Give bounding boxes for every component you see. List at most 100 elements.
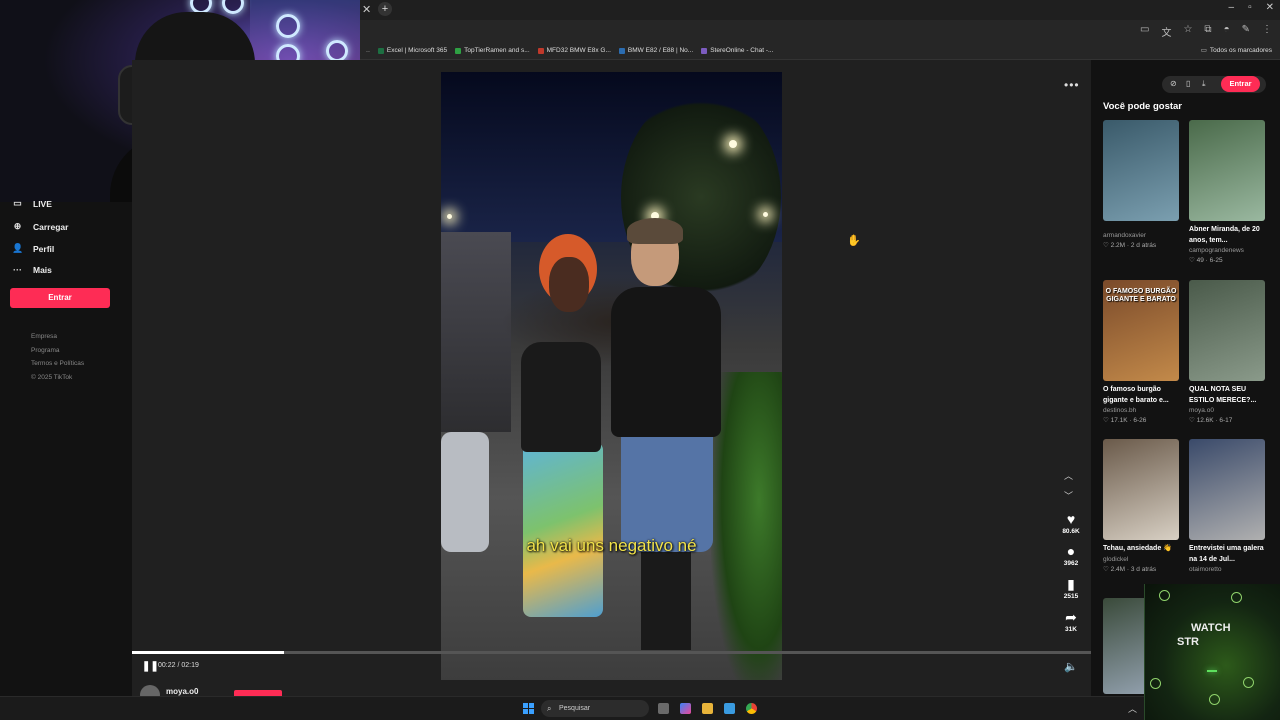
login-button-top[interactable]: Entrar [1221, 76, 1260, 92]
recommended-video-card[interactable]: QUAL NOTA SEU ESTILO MERECE?... moya.o0 … [1189, 280, 1265, 426]
like-button[interactable]: ♥ 80.6K [1058, 511, 1084, 535]
upload-icon: ⊕ [13, 221, 22, 231]
task-view-icon[interactable] [658, 703, 669, 714]
rgb-fan-icon [326, 40, 348, 62]
person-right-legs [641, 550, 691, 650]
person-right-hair [627, 218, 683, 244]
translate-icon[interactable]: 文 [1161, 24, 1171, 39]
pen-icon[interactable]: ✎ [1242, 24, 1250, 39]
video-thumbnail[interactable]: O FAMOSO BURGÃO GIGANTE E BARATO [1103, 280, 1179, 381]
save-button[interactable]: ▮ 2515 [1058, 576, 1084, 600]
nav-item-live[interactable]: ▭ LIVE [12, 198, 52, 209]
cast-icon[interactable]: ▭ [1140, 24, 1149, 39]
bookmark-item[interactable]: Excel | Microsoft 365 [377, 47, 447, 54]
more-options-icon[interactable]: ••• [1064, 78, 1080, 92]
live-icon: ▭ [13, 198, 22, 208]
chrome-icon[interactable] [746, 703, 757, 714]
browser-toolbar: ▭ 文 ☆ ⧉ ◓ ✎ ⋮ [360, 20, 1280, 42]
menu-kebab-icon[interactable]: ⋮ [1262, 24, 1272, 39]
bookmark-favicon-icon [701, 47, 708, 54]
profile-icon[interactable]: ◓ [1224, 24, 1230, 39]
copilot-icon[interactable] [680, 703, 691, 714]
video-author[interactable]: moya.o0 [140, 685, 198, 705]
card-title: O famoso burgão gigante e barato e... [1103, 386, 1169, 404]
heart-icon: ♥ [1066, 511, 1076, 527]
card-author[interactable]: campograndenews [1189, 246, 1265, 256]
nav-item-profile[interactable]: 👤 Perfil [12, 243, 54, 254]
taskbar-search[interactable]: ⌕ Pesquisar [541, 700, 649, 717]
recommended-video-card[interactable]: armandoxavier ♡ 2.2M · 2 d atrás [1103, 120, 1179, 251]
card-author[interactable]: moya.o0 [1189, 406, 1265, 416]
person-right-skirt [621, 432, 713, 552]
card-author[interactable]: glodickel [1103, 555, 1179, 565]
bookmark-item[interactable]: MFD32 BMW E8x G... [537, 47, 611, 54]
chevron-up-icon[interactable]: ︿ [1064, 469, 1073, 482]
star-icon[interactable]: ☆ [1183, 24, 1192, 39]
person-right-jacket [611, 287, 721, 437]
recommended-video-card[interactable]: Abner Miranda, de 20 anos, tem... campog… [1189, 120, 1265, 266]
person-left-top [521, 342, 601, 452]
video-progress-bar[interactable] [132, 651, 1091, 654]
card-meta: ♡ 12.6K · 6-17 [1189, 417, 1233, 424]
card-title: QUAL NOTA SEU ESTILO MERECE?... [1189, 386, 1257, 404]
chevron-up-icon[interactable]: ︿ [1128, 702, 1137, 715]
more-icon: ··· [13, 265, 22, 275]
tiktok-left-nav: ▭ LIVE ⊕ Carregar 👤 Perfil ··· Mais Entrar E… [0, 198, 132, 720]
windows-start-icon[interactable] [523, 703, 534, 714]
bookmark-item[interactable]: TopTierRamen and s... [455, 47, 530, 54]
pause-icon[interactable]: ❚❚ [142, 661, 159, 672]
chevron-down-icon[interactable]: ﹀ [1064, 489, 1073, 502]
bookmark-item[interactable]: StereOnline - Chat -... [701, 47, 773, 54]
recommended-video-card[interactable]: Entrevistei uma galera na 14 de Jul... o… [1189, 439, 1265, 575]
recommended-video-card[interactable]: Tchau, ansiedade 👋 glodickel ♡ 2.4M · 3 … [1103, 439, 1179, 575]
video-thumbnail[interactable] [1189, 439, 1265, 540]
card-meta: ♡ 49 · 6-25 [1189, 257, 1223, 264]
recommended-video-card[interactable]: O FAMOSO BURGÃO GIGANTE E BARATO O famos… [1103, 280, 1179, 426]
footer-link-terms[interactable]: Termos e Políticas [31, 357, 84, 371]
overlay-ring-icon [1209, 694, 1220, 705]
window-controls: – ▫ ✕ [1229, 2, 1275, 13]
comment-button[interactable]: ● 3962 [1058, 543, 1084, 567]
all-bookmarks[interactable]: ▭ Todos os marcadores [1201, 46, 1272, 55]
video-thumbnail[interactable] [1189, 120, 1265, 221]
close-tab-icon[interactable]: ✕ [362, 3, 371, 16]
footer-link-program[interactable]: Programa [31, 344, 84, 358]
section-heading: Você pode gostar [1103, 101, 1183, 112]
login-button[interactable]: Entrar [10, 288, 110, 308]
bookmark-icon: ▮ [1067, 576, 1075, 592]
phone-icon[interactable]: ▯ [1186, 79, 1190, 88]
maximize-icon[interactable]: ▫ [1248, 2, 1252, 13]
store-icon[interactable] [724, 703, 735, 714]
card-title: Abner Miranda, de 20 anos, tem... [1189, 226, 1260, 244]
toolbar-icons: ▭ 文 ☆ ⧉ ◓ ✎ ⋮ [1140, 24, 1272, 39]
card-author[interactable]: otaimoretto [1189, 565, 1265, 575]
bookmark-favicon-icon [537, 47, 544, 54]
author-name[interactable]: moya.o0 [166, 687, 198, 696]
copyright: © 2025 TikTok [31, 373, 73, 381]
footer-link-company[interactable]: Empresa [31, 330, 84, 344]
nav-item-more[interactable]: ··· Mais [12, 265, 52, 275]
close-window-icon[interactable]: ✕ [1266, 2, 1274, 13]
extensions-icon[interactable]: ⧉ [1204, 24, 1211, 39]
new-tab-button[interactable]: + [378, 2, 392, 16]
compass-icon[interactable]: ⊘ [1170, 79, 1177, 88]
video-thumbnail[interactable] [1189, 280, 1265, 381]
street-light [763, 212, 768, 217]
card-author[interactable]: destinos.bh [1103, 406, 1179, 416]
card-meta: ♡ 2.4M · 3 d atrás [1103, 565, 1157, 573]
nav-item-upload[interactable]: ⊕ Carregar [12, 221, 69, 232]
bookmark-item[interactable]: BMW E82 / E88 | No... [618, 47, 693, 54]
video-progress-fill [132, 651, 284, 654]
card-title: Tchau, ansiedade 👋 [1103, 545, 1172, 552]
card-author[interactable]: armandoxavier [1103, 231, 1179, 241]
video-thumbnail[interactable] [1103, 439, 1179, 540]
download-icon[interactable]: ⤓ [1202, 79, 1206, 89]
video-thumbnail[interactable] [1103, 120, 1179, 221]
volume-icon[interactable]: 🔈 [1064, 660, 1078, 673]
file-explorer-icon[interactable] [702, 703, 713, 714]
share-button[interactable]: ➦ 31K [1058, 609, 1084, 633]
bookmark-overflow[interactable]: .. [366, 47, 370, 54]
minimize-icon[interactable]: – [1229, 2, 1235, 13]
video-player[interactable]: ah vai uns negativo né [441, 72, 782, 680]
video-car [441, 432, 489, 552]
